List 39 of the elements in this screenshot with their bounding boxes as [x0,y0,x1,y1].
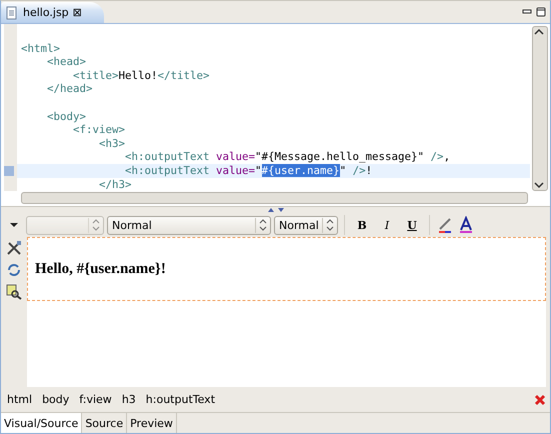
file-icon [5,6,19,20]
editor-tab[interactable]: hello.jsp ⊠ [1,2,104,23]
tab-title: hello.jsp [23,6,69,19]
code-line: <h:outputText value="#{Message.hello_message}" />, [124,150,452,164]
tools-icon[interactable] [6,240,22,256]
code-line: <h3> [98,136,126,150]
size-dropdown[interactable]: Normal [274,216,338,234]
format-dropdown[interactable]: Normal [107,216,271,234]
brush-icon[interactable] [436,216,454,234]
code-line: <head> [46,55,88,69]
breadcrumb-item[interactable]: h3 [122,393,136,406]
code-line: </head> [46,82,94,96]
maximize-icon[interactable] [536,7,546,17]
breadcrumb-item[interactable]: body [42,393,70,406]
breadcrumb-item[interactable]: h:outputText [146,393,216,406]
view-tab[interactable]: Visual/Source [1,413,82,433]
underline-button[interactable]: U [401,215,423,235]
code-line: <body> [46,110,88,124]
preview-search-icon[interactable] [6,284,22,300]
breadcrumb-item[interactable]: html [7,393,32,406]
refresh-icon[interactable] [6,262,22,278]
code-line: <f:view> [72,123,126,137]
bold-button[interactable]: B [351,215,373,235]
up-down-arrows-icon [259,219,267,231]
up-down-arrows-icon [326,219,334,231]
code-line: </h3> [98,178,133,192]
visual-editor-canvas[interactable]: Hello, #{user.name}! [27,237,546,387]
horizontal-scrollbar[interactable] [21,192,528,204]
heading-text: Hello, #{user.name}! [35,260,166,278]
vertical-scrollbar[interactable] [532,26,548,191]
code-line: <title>Hello!</title> [72,68,211,82]
code-line: <html> [20,42,62,56]
font-color-icon[interactable] [457,216,475,234]
sash-arrows-icon[interactable] [266,207,286,213]
italic-button[interactable]: I [376,215,398,235]
close-button[interactable]: ⊠ [72,6,82,19]
breadcrumb-item[interactable]: f:view [79,393,112,406]
up-down-arrows-icon [92,219,100,231]
close-icon[interactable] [534,394,546,406]
